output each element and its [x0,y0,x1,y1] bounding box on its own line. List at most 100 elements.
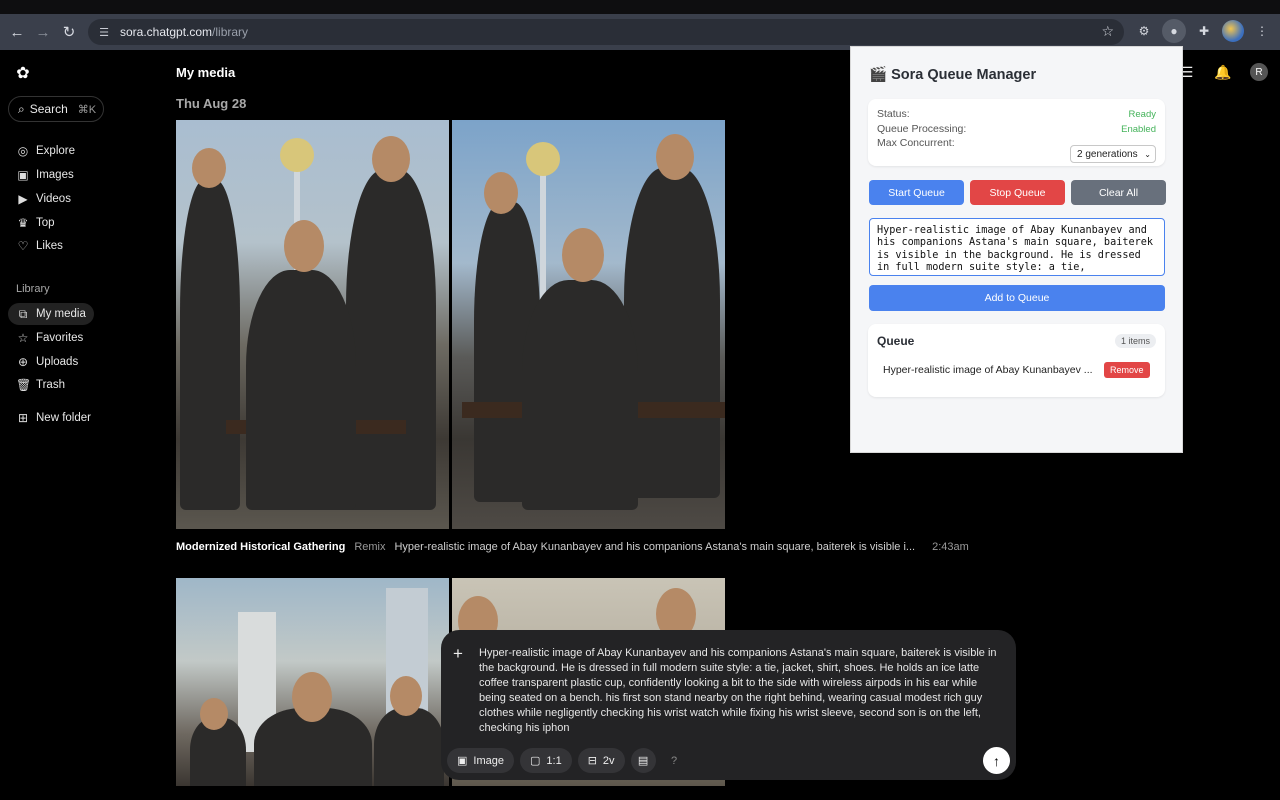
concurrent-label: Max Concurrent: [877,137,955,149]
person-figure [346,170,436,510]
media-time: 2:43am [932,541,969,553]
clear-all-button[interactable]: Clear All [1071,180,1166,205]
panel-title: 🎬 Sora Queue Manager [869,67,1037,83]
processing-label: Queue Processing: [877,123,967,135]
back-icon[interactable]: ← [4,19,30,45]
sidebar-item-images[interactable]: ▣ Images [8,164,73,186]
sidebar-item-top[interactable]: ♛ Top [8,212,55,234]
add-attachment-icon[interactable]: + [453,644,463,664]
prompt-input[interactable]: Hyper-realistic image of Abay Kunanbayev… [479,646,1005,736]
extensions-puzzle-icon[interactable]: ✚ [1192,19,1216,43]
avatar[interactable]: R [1250,63,1268,81]
variations-button[interactable]: ⊟ 2v [577,748,625,773]
sidebar-item-label: Explore [36,145,75,157]
url-text[interactable]: sora.chatgpt.com/library [120,25,248,39]
media-tag: Remix [354,541,386,553]
url-host: sora.chatgpt.com [120,25,213,39]
person-head [292,672,332,722]
status-card: Status: Ready Queue Processing: Enabled … [868,99,1165,166]
sidebar-item-videos[interactable]: ▶ Videos [8,188,71,210]
queue-extension-icon[interactable]: ● [1162,19,1186,43]
person-figure [374,708,444,786]
bell-icon[interactable]: 🔔 [1214,63,1232,81]
toolbar-actions: ⚙ ● ✚ ⋮ [1132,19,1274,43]
aspect-ratio-button[interactable]: ▢ 1:1 [519,748,572,773]
send-button[interactable]: ↑ [983,747,1010,774]
more-icon[interactable]: ⋮ [1250,19,1274,43]
search-label: Search [29,102,68,116]
sidebar-item-trash[interactable]: 🗑 Trash [8,374,65,396]
sidebar-item-label: Trash [36,379,65,391]
aspect-ratio-label: 1:1 [546,754,562,767]
person-head [192,148,226,188]
presets-button[interactable]: ▤ [630,748,656,773]
queue-title: Queue [877,334,915,348]
concurrent-select[interactable]: 2 generations ⌄ [1070,145,1156,163]
sidebar-item-uploads[interactable]: ⊕ Uploads [8,351,78,373]
help-button[interactable]: ? [662,748,687,773]
window-titlebar [0,0,1280,14]
concurrent-row: Max Concurrent: 2 generations ⌄ [877,137,1156,163]
baiterek-sphere [526,142,560,176]
reload-icon[interactable]: ↻ [56,19,82,45]
person-figure [180,180,240,510]
media-type-button[interactable]: ▣ Image [447,748,514,773]
add-to-queue-button[interactable]: Add to Queue [869,285,1165,311]
concurrent-value: 2 generations [1077,148,1138,160]
media-prompt[interactable]: Hyper-realistic image of Abay Kunanbayev… [394,541,915,553]
sidebar-item-label: Top [36,217,55,229]
media-thumbnail[interactable] [452,120,725,529]
search-button[interactable]: ⌕ Search ⌘K [8,96,104,122]
library-section-label: Library [16,283,50,295]
sidebar-item-likes[interactable]: ♡ Likes [8,235,63,257]
person-head [562,228,604,282]
top-right-actions: ☰ 🔔 R [1178,63,1268,81]
stop-queue-button[interactable]: Stop Queue [970,180,1065,205]
queue-card: Queue 1 items Hyper-realistic image of A… [868,324,1165,397]
prompt-textarea[interactable]: Hyper-realistic image of Abay Kunanbayev… [869,218,1165,276]
sidebar-item-explore[interactable]: ◎ Explore [8,140,75,162]
media-title[interactable]: Modernized Historical Gathering [176,541,345,553]
baiterek-sphere [280,138,314,172]
star-icon: ☆ [17,331,29,345]
sidebar-item-label: Likes [36,240,63,252]
search-shortcut: ⌘K [77,103,97,116]
forward-icon[interactable]: → [30,19,56,45]
bookmark-star-icon[interactable]: ☆ [1101,23,1114,40]
prompt-composer: + Hyper-realistic image of Abay Kunanbay… [441,630,1016,780]
variations-label: 2v [602,754,615,767]
search-icon: ⌕ [18,101,25,116]
media-icon: ⧉ [18,306,28,321]
help-label: ? [670,754,678,767]
status-label: Status: [877,108,910,120]
variations-icon: ⊟ [587,755,597,767]
person-figure [246,270,356,510]
address-bar[interactable]: ☰ sora.chatgpt.com/library ☆ [88,19,1124,45]
media-caption: Modernized Historical Gathering Remix Hy… [176,541,969,553]
media-type-label: Image [473,754,504,767]
new-folder-button[interactable]: ⊞ New folder [8,407,91,429]
arrow-up-icon: ↑ [993,752,1000,769]
url-path: /library [212,25,249,39]
person-head [200,698,228,730]
sidebar-item-my-media[interactable]: ⧉ My media [8,303,94,325]
person-head [656,134,694,180]
media-thumbnail[interactable] [176,578,449,786]
person-figure [522,280,638,510]
status-row: Status: Ready [877,108,1156,120]
date-group-label: Thu Aug 28 [176,96,247,111]
sidebar-item-label: Favorites [36,332,84,344]
queue-item: Hyper-realistic image of Abay Kunanbayev… [883,364,1093,376]
media-thumbnail[interactable] [176,120,449,529]
browser-toolbar: ← → ↻ ☰ sora.chatgpt.com/library ☆ ⚙ ● ✚… [0,14,1280,50]
openai-logo-icon[interactable]: ✿ [14,64,32,82]
start-queue-button[interactable]: Start Queue [869,180,964,205]
profile-avatar[interactable] [1222,20,1244,42]
new-folder-label: New folder [36,412,91,424]
sidebar-item-favorites[interactable]: ☆ Favorites [8,327,84,349]
sidebar: ✿ ⌕ Search ⌘K ◎ Explore ▣ Images ▶ Videos ♛… [0,50,160,800]
remove-queue-item-button[interactable]: Remove [1104,362,1150,378]
compass-icon: ◎ [17,144,29,158]
site-settings-icon[interactable]: ☰ [96,24,112,40]
extension-icon[interactable]: ⚙ [1132,19,1156,43]
